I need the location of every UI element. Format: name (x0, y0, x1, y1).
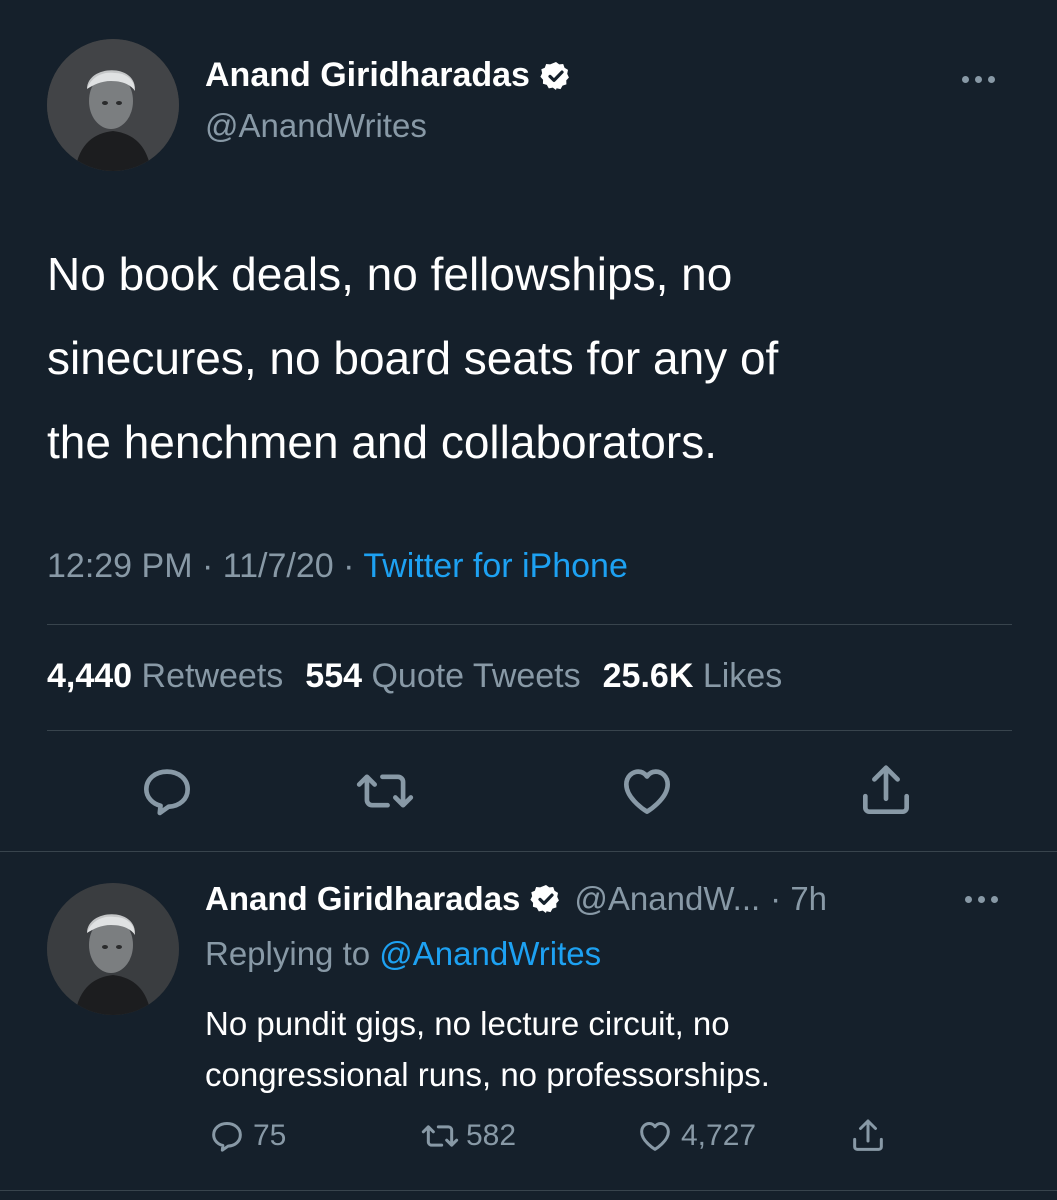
quotes-count: 554 (305, 657, 363, 695)
retweets-label: Retweets (141, 657, 284, 695)
tweet-date[interactable]: 11/7/20 (223, 547, 334, 585)
reply-timestamp[interactable]: · 7h (770, 880, 827, 918)
author-name-row[interactable]: Anand Giridharadas (205, 56, 572, 95)
meta-separator: · (201, 547, 214, 585)
likes-label: Likes (702, 657, 783, 695)
like-count: 4,727 (681, 1119, 757, 1152)
tweet-text-line: No book deals, no fellowships, no (47, 248, 733, 300)
reply-text: No pundit gigs, no lecture circuit, no c… (205, 998, 770, 1100)
verified-badge-icon (540, 60, 572, 92)
author-avatar[interactable] (47, 39, 179, 171)
quotes-stat[interactable]: 554 Quote Tweets (305, 657, 602, 695)
meta-separator: · (343, 547, 355, 585)
verified-badge-icon (530, 883, 562, 915)
reply-button[interactable] (136, 760, 198, 822)
tweet-meta: 12:29 PM · 11/7/20 · Twitter for iPhone (47, 547, 628, 586)
tweet-source-link[interactable]: Twitter for iPhone (363, 547, 628, 585)
more-options-icon[interactable] (965, 896, 998, 903)
replying-to: Replying to @AnandWrites (205, 935, 601, 973)
likes-stat[interactable]: 25.6K Likes (603, 657, 805, 695)
reply-header: Anand Giridharadas @AnandW... · 7h (205, 880, 827, 918)
tweet-text-line: the henchmen and collaborators. (47, 416, 717, 468)
avatar-photo (47, 883, 179, 1015)
reply-author-handle[interactable]: @AnandW... (574, 880, 760, 918)
share-button[interactable] (855, 760, 917, 822)
reply-share-button[interactable] (848, 1116, 894, 1156)
reply-icon (144, 769, 190, 816)
reply-icon (212, 1122, 242, 1152)
tweet-time[interactable]: 12:29 PM (47, 547, 193, 585)
divider (0, 1190, 1057, 1191)
quotes-label: Quote Tweets (371, 657, 581, 695)
author-name[interactable]: Anand Giridharadas (205, 56, 530, 95)
retweet-count: 582 (466, 1119, 517, 1152)
reply-author-name[interactable]: Anand Giridharadas (205, 880, 520, 918)
likes-count: 25.6K (602, 657, 694, 695)
divider (47, 624, 1012, 625)
retweet-icon (356, 774, 414, 808)
divider (47, 730, 1012, 731)
share-icon (853, 1119, 883, 1151)
more-options-icon[interactable] (962, 76, 995, 83)
heart-icon (640, 1122, 670, 1151)
reply-reply-button[interactable]: 75 (207, 1116, 286, 1156)
heart-icon (624, 769, 670, 814)
replying-to-prefix: Replying to (205, 935, 371, 972)
retweets-stat[interactable]: 4,440 Retweets (47, 657, 305, 695)
share-icon (863, 765, 909, 814)
avatar-photo (47, 39, 179, 171)
retweet-icon (421, 1125, 459, 1147)
reply-author-avatar[interactable] (47, 883, 179, 1015)
reply-like-button[interactable]: 4,727 (635, 1116, 756, 1156)
tweet-stats: 4,440 Retweets 554 Quote Tweets 25.6K Like… (47, 657, 804, 696)
tweet-text-line: sinecures, no board seats for any of (47, 332, 779, 384)
divider (0, 851, 1057, 852)
reply-text-line: congressional runs, no professorships. (205, 1056, 770, 1093)
retweets-count: 4,440 (47, 657, 133, 695)
like-button[interactable] (616, 760, 678, 822)
retweet-button[interactable] (354, 760, 416, 822)
reply-count: 75 (253, 1119, 287, 1152)
reply-text-line: No pundit gigs, no lecture circuit, no (205, 1005, 730, 1042)
replying-to-handle-link[interactable]: @AnandWrites (379, 935, 601, 972)
tweet-text: No book deals, no fellowships, no sinecu… (47, 232, 1007, 484)
author-handle[interactable]: @AnandWrites (205, 107, 427, 145)
reply-retweet-button[interactable]: 582 (420, 1116, 516, 1156)
